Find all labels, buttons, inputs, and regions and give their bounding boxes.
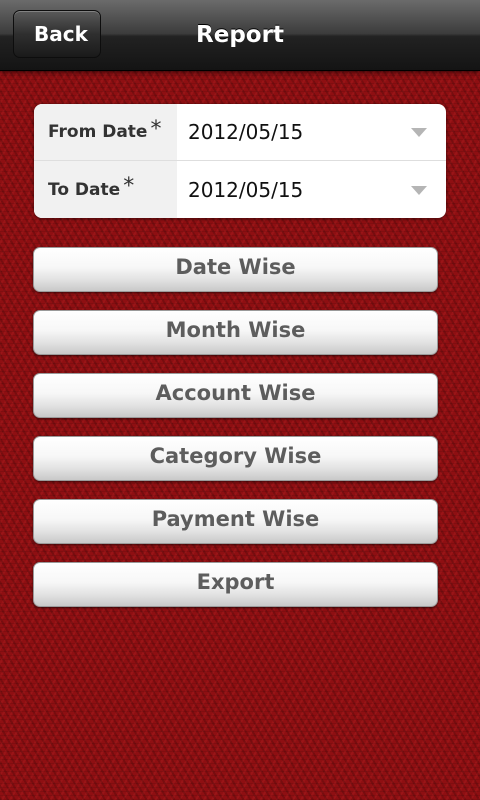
month-wise-button[interactable]: Month Wise (33, 310, 438, 355)
date-range-panel: From Date * 2012/05/15 To Date * 2012/05… (34, 104, 446, 218)
date-wise-button[interactable]: Date Wise (33, 247, 438, 292)
back-button[interactable]: Back (13, 10, 101, 58)
payment-wise-button[interactable]: Payment Wise (33, 499, 438, 544)
from-date-label: From Date * (34, 104, 177, 160)
to-date-value: 2012/05/15 (188, 177, 304, 202)
from-date-value: 2012/05/15 (188, 120, 304, 144)
category-wise-button[interactable]: Category Wise (33, 436, 438, 481)
from-date-row: From Date * 2012/05/15 (34, 104, 446, 161)
from-date-label-text: From Date (48, 122, 148, 142)
to-date-row: To Date * 2012/05/15 (34, 161, 446, 218)
export-button[interactable]: Export (33, 562, 438, 607)
title-bar: Back Report (0, 0, 480, 71)
back-button-label: Back (34, 22, 88, 46)
account-wise-button[interactable]: Account Wise (33, 373, 438, 418)
from-date-field[interactable]: 2012/05/15 (177, 104, 446, 160)
chevron-down-icon (411, 185, 427, 195)
to-date-label: To Date * (34, 161, 177, 218)
to-date-field[interactable]: 2012/05/15 (177, 161, 446, 218)
required-marker: * (150, 116, 162, 142)
chevron-down-icon (411, 128, 427, 137)
to-date-label-text: To Date (48, 179, 121, 200)
required-marker: * (123, 174, 135, 199)
